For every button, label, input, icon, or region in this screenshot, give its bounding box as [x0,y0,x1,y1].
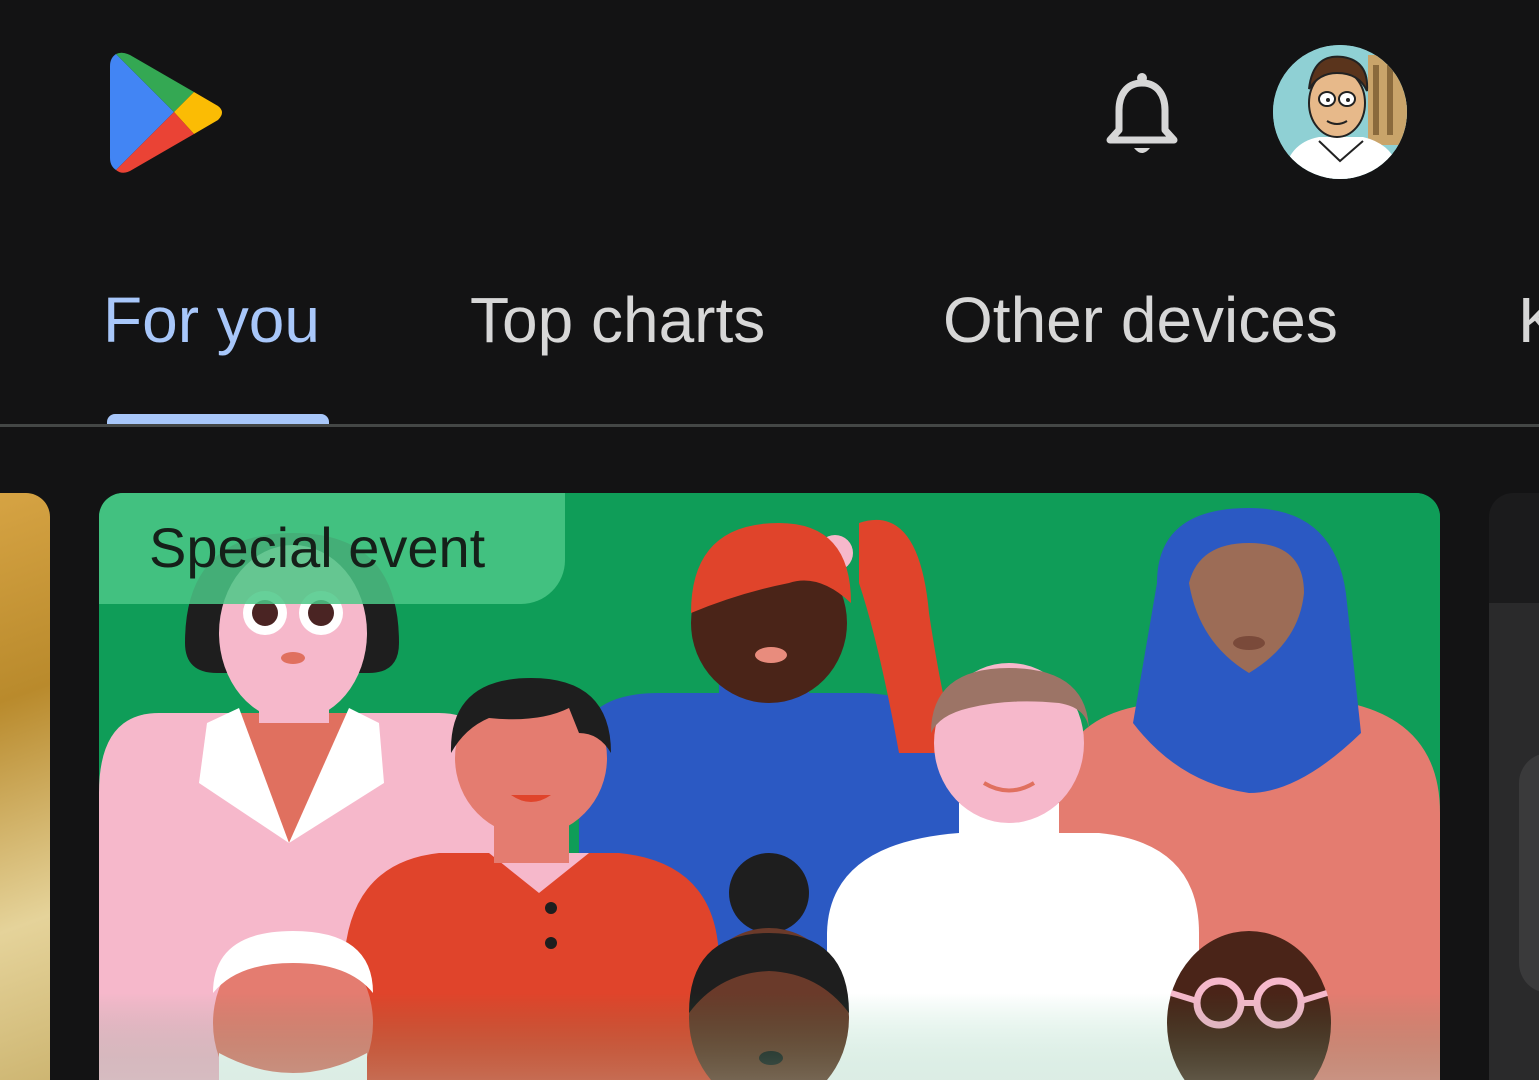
google-play-logo-icon [110,52,222,173]
profile-avatar[interactable] [1273,45,1407,179]
special-event-badge: Special event [99,493,565,604]
featured-event-card[interactable]: Special event [99,493,1440,1080]
tab-for-you[interactable]: For you [103,280,320,360]
cartoon-avatar-icon [1273,45,1407,179]
bell-icon[interactable] [1104,70,1180,158]
tabs-divider [0,424,1539,427]
carousel-card-next[interactable] [1489,493,1539,1080]
tab-next-partial[interactable]: K [1518,280,1539,360]
category-tabs: For you Top charts Other devices K [0,250,1539,428]
card-next-shape [1519,753,1539,993]
tab-top-charts[interactable]: Top charts [470,280,765,360]
play-store-home: For you Top charts Other devices K [0,0,1539,1080]
special-event-label: Special event [149,516,486,579]
carousel-card-previous[interactable] [0,493,50,1080]
tab-other-devices[interactable]: Other devices [943,280,1338,360]
